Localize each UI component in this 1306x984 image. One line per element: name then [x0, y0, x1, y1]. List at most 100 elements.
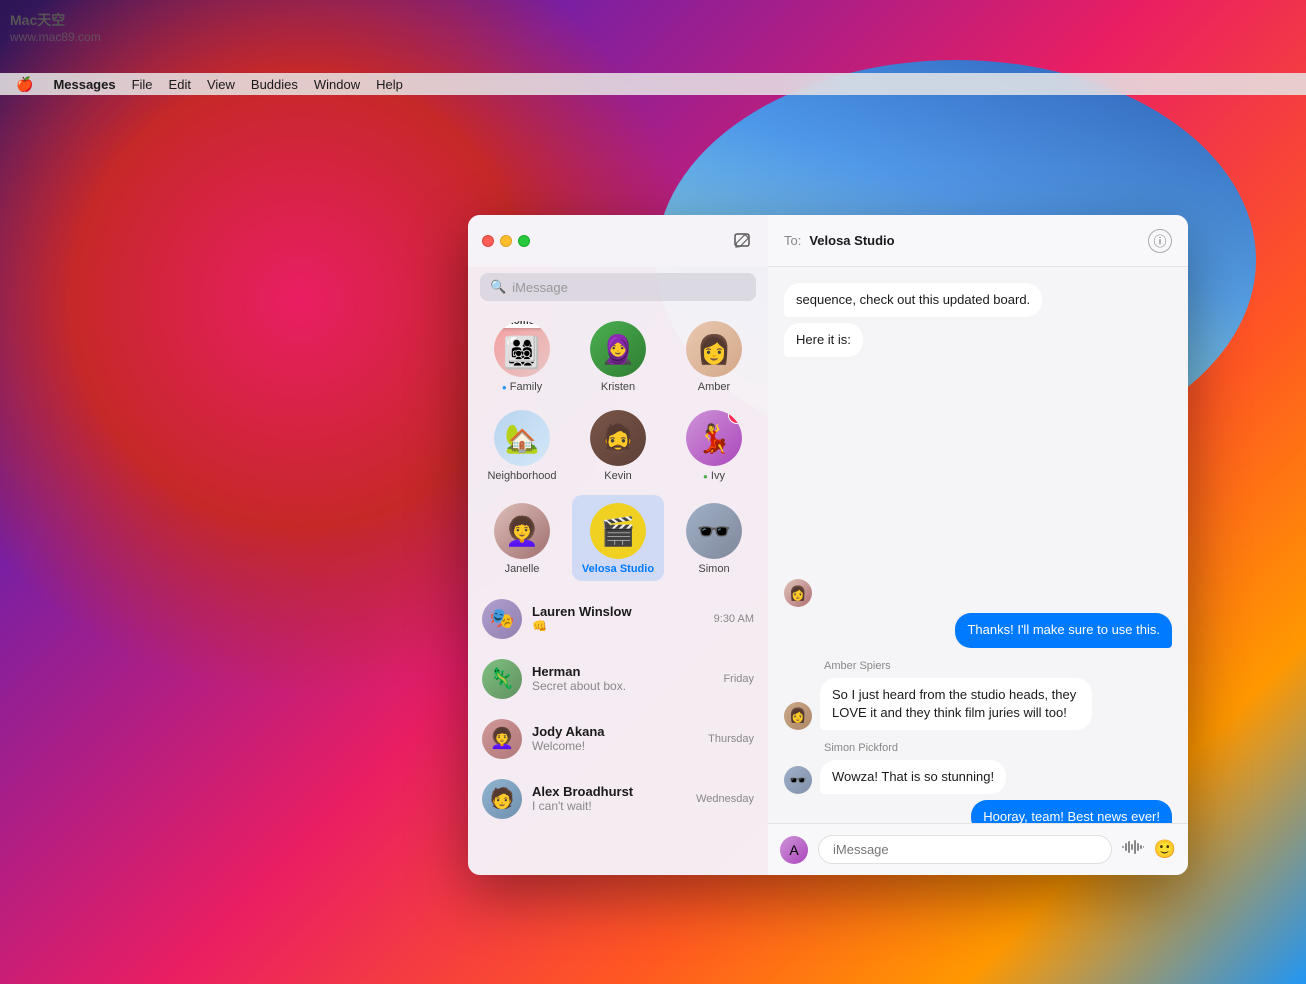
jody-info: Jody Akana Welcome! — [532, 724, 698, 753]
msg-sequence-text: sequence, check out this updated board. — [784, 283, 1042, 317]
pinned-contacts-grid: Home! 👨‍👩‍👧‍👦 ● Family 🧕 Kristen — [468, 309, 768, 491]
velosa-label: Velosa Studio — [582, 563, 654, 576]
pinned-contacts-row2: 👩‍🦱 Janelle 🎬 Velosa Studio 🕶️ — [468, 491, 768, 584]
search-placeholder: iMessage — [512, 280, 568, 295]
menubar-messages[interactable]: Messages — [45, 77, 123, 92]
conv-lauren[interactable]: 🎭 Lauren Winslow 👊 9:30 AM — [468, 589, 768, 649]
msg-amber-text: So I just heard from the studio heads, t… — [820, 678, 1092, 730]
chat-input-field[interactable] — [818, 835, 1112, 864]
herman-info: Herman Secret about box. — [532, 664, 713, 693]
pinned-kristen[interactable]: 🧕 Kristen — [572, 313, 664, 398]
home-badge: Home! — [498, 321, 545, 328]
simon-sender-label: Simon Pickford — [824, 742, 1172, 754]
simon-avatar-wrap: 🕶️ — [686, 503, 742, 559]
sidebar: 🔍 iMessage Home! 👨‍👩‍👧‍👦 ● Family — [468, 215, 768, 875]
minimize-button[interactable] — [500, 235, 512, 247]
conv-herman[interactable]: 🦎 Herman Secret about box. Friday — [468, 649, 768, 709]
neighborhood-avatar: 🏡 — [494, 410, 550, 466]
audio-wave-icon[interactable] — [1122, 839, 1144, 860]
lauren-preview: 👊 — [532, 619, 704, 633]
amber-avatar-wrap: 👩 — [686, 321, 742, 377]
alex-preview: I can't wait! — [532, 799, 686, 813]
herman-time: Friday — [723, 673, 754, 685]
jody-time: Thursday — [708, 733, 754, 745]
msg-simon-row: 🕶️ Wowza! That is so stunning! — [784, 760, 1172, 794]
chat-panel: To: Velosa Studio ⓘ sequence, check out … — [768, 215, 1188, 875]
amber-label: Amber — [698, 381, 730, 394]
menubar-view[interactable]: View — [199, 77, 243, 92]
kristen-label: Kristen — [601, 381, 635, 394]
simon-sender-avatar: 🕶️ — [784, 766, 812, 794]
pinned-simon[interactable]: 🕶️ Simon — [668, 495, 760, 580]
watermark-url: www.mac89.com — [10, 30, 101, 44]
conversation-list: 🎭 Lauren Winslow 👊 9:30 AM 🦎 Herman Secr… — [468, 585, 768, 875]
pinned-janelle[interactable]: 👩‍🦱 Janelle — [476, 495, 568, 580]
janelle-avatar-wrap: 👩‍🦱 — [494, 503, 550, 559]
search-bar[interactable]: 🔍 iMessage — [480, 273, 756, 301]
chat-info-button[interactable]: ⓘ — [1148, 229, 1172, 253]
watermark: Mac天空 www.mac89.com — [10, 10, 101, 44]
pinned-velosa[interactable]: 🎬 Velosa Studio — [572, 495, 664, 580]
emoji-button[interactable]: 🙂 — [1154, 839, 1176, 860]
jody-preview: Welcome! — [532, 739, 698, 753]
family-label: ● Family — [502, 381, 542, 394]
kristen-avatar-wrap: 🧕 — [590, 321, 646, 377]
messages-window: 🔍 iMessage Home! 👨‍👩‍👧‍👦 ● Family — [468, 215, 1188, 875]
jody-avatar: 👩‍🦱 — [482, 719, 522, 759]
alex-time: Wednesday — [696, 793, 754, 805]
fullscreen-button[interactable] — [518, 235, 530, 247]
chat-input-bar: A 🙂 — [768, 823, 1188, 875]
conv-jody[interactable]: 👩‍🦱 Jody Akana Welcome! Thursday — [468, 709, 768, 769]
chat-header: To: Velosa Studio ⓘ — [768, 215, 1188, 267]
search-icon: 🔍 — [490, 279, 506, 295]
simon-avatar: 🕶️ — [686, 503, 742, 559]
menubar-help[interactable]: Help — [368, 77, 411, 92]
family-avatar: Home! 👨‍👩‍👧‍👦 — [494, 321, 550, 377]
lauren-info: Lauren Winslow 👊 — [532, 604, 704, 633]
apple-menu[interactable]: 🍎 — [8, 76, 41, 93]
pinned-neighborhood[interactable]: 🏡 Neighborhood — [476, 402, 568, 487]
msg-hooray-row: Hooray, team! Best news ever! — [784, 800, 1172, 823]
pinned-kevin[interactable]: 🧔 Kevin — [572, 402, 664, 487]
chat-messages: sequence, check out this updated board. … — [768, 267, 1188, 823]
lauren-time: 9:30 AM — [714, 613, 754, 625]
chat-to-label: To: — [784, 233, 801, 248]
ivy-label: ● Ivy — [703, 470, 725, 483]
neighborhood-label: Neighborhood — [487, 470, 556, 483]
amber-sender-label: Amber Spiers — [824, 660, 1172, 672]
chat-to-name: Velosa Studio — [809, 233, 1140, 248]
msg-here: Here it is: — [784, 323, 1172, 357]
neighborhood-avatar-wrap: 🏡 — [494, 410, 550, 466]
simon-label: Simon — [698, 563, 729, 576]
jody-name: Jody Akana — [532, 724, 698, 739]
ivy-avatar-wrap: 💃 ❤️ — [686, 410, 742, 466]
alex-info: Alex Broadhurst I can't wait! — [532, 784, 686, 813]
pinned-ivy[interactable]: 💃 ❤️ ● Ivy — [668, 402, 760, 487]
herman-preview: Secret about box. — [532, 679, 713, 693]
kevin-avatar-wrap: 🧔 — [590, 410, 646, 466]
alex-avatar: 🧑 — [482, 779, 522, 819]
pinned-amber[interactable]: 👩 Amber — [668, 313, 760, 398]
menubar-buddies[interactable]: Buddies — [243, 77, 306, 92]
msg-simon-text: Wowza! That is so stunning! — [820, 760, 1006, 794]
storyboard-sender-avatar: 👩 — [784, 579, 812, 607]
menubar-window[interactable]: Window — [306, 77, 368, 92]
family-avatar-wrap: Home! 👨‍👩‍👧‍👦 — [494, 321, 550, 377]
traffic-lights — [482, 235, 530, 247]
herman-name: Herman — [532, 664, 713, 679]
sidebar-titlebar — [468, 215, 768, 267]
msg-thanks-row: Thanks! I'll make sure to use this. — [784, 613, 1172, 647]
msg-hooray: Hooray, team! Best news ever! — [971, 800, 1172, 823]
menubar: 🍎 Messages File Edit View Buddies Window… — [0, 73, 1306, 95]
kristen-avatar: 🧕 — [590, 321, 646, 377]
lauren-name: Lauren Winslow — [532, 604, 704, 619]
msg-sequence: sequence, check out this updated board. — [784, 283, 1172, 317]
kevin-avatar: 🧔 — [590, 410, 646, 466]
close-button[interactable] — [482, 235, 494, 247]
pinned-family[interactable]: Home! 👨‍👩‍👧‍👦 ● Family — [476, 313, 568, 398]
menubar-file[interactable]: File — [124, 77, 161, 92]
msg-storyboard-row: 👩 +5 — [784, 363, 1172, 607]
conv-alex[interactable]: 🧑 Alex Broadhurst I can't wait! Wednesda… — [468, 769, 768, 829]
compose-button[interactable] — [730, 229, 754, 253]
menubar-edit[interactable]: Edit — [161, 77, 199, 92]
